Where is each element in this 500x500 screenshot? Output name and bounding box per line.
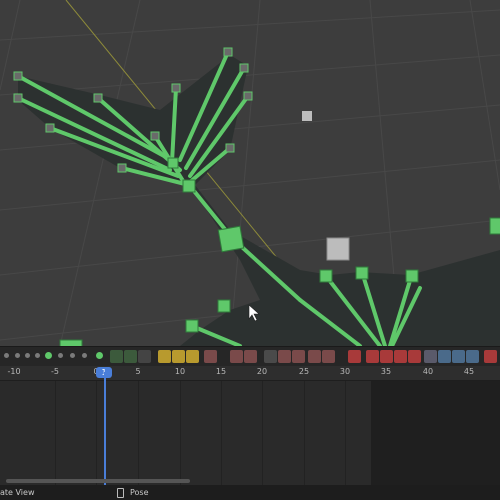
- frame-ruler[interactable]: -10 -5 0 5 10 15 20 25 30 35 40 45 1: [0, 366, 500, 381]
- close-icon[interactable]: [138, 350, 151, 363]
- keyframe-icon[interactable]: [96, 352, 103, 359]
- clipboard-icon[interactable]: [438, 350, 451, 363]
- delete-icon[interactable]: [408, 350, 421, 363]
- interpolation-icon[interactable]: [110, 350, 123, 363]
- mouse-icon: [117, 488, 124, 498]
- out-of-range-area: [371, 381, 500, 485]
- bone-tip: [13, 93, 23, 103]
- status-bar: ate View Pose: [0, 485, 500, 500]
- ruler-tick: 15: [215, 367, 227, 376]
- ruler-tick: -5: [51, 367, 59, 376]
- empty-cube-large: [326, 237, 350, 261]
- bone-tip: [223, 47, 233, 57]
- playhead[interactable]: [104, 372, 106, 485]
- empty-cube: [302, 111, 312, 121]
- bone-tip: [93, 93, 103, 103]
- dot-icon[interactable]: [15, 353, 20, 358]
- bone-icon[interactable]: [308, 350, 321, 363]
- ruler-tick: 5: [135, 367, 141, 376]
- frame-column: [221, 381, 222, 485]
- bone-tip: [150, 131, 160, 141]
- ruler-tick: 35: [380, 367, 392, 376]
- handle-icon[interactable]: [158, 350, 171, 363]
- ruler-tick: 30: [339, 367, 351, 376]
- dot-icon[interactable]: [25, 353, 30, 358]
- bone-tip: [117, 163, 127, 173]
- curve-icon[interactable]: [204, 350, 217, 363]
- dot-icon[interactable]: [4, 353, 9, 358]
- delete-icon[interactable]: [484, 350, 497, 363]
- ruler-tick: 40: [422, 367, 434, 376]
- bone-tip: [239, 63, 249, 73]
- ruler-tick: 10: [174, 367, 186, 376]
- status-mode-label: Pose: [130, 488, 149, 497]
- bone-tip: [225, 143, 235, 153]
- paste-icon[interactable]: [278, 350, 291, 363]
- copy-icon[interactable]: [264, 350, 277, 363]
- delete-icon[interactable]: [348, 350, 361, 363]
- bookmark-icon[interactable]: [424, 350, 437, 363]
- interpolation-icon[interactable]: [124, 350, 137, 363]
- delete-icon[interactable]: [366, 350, 379, 363]
- dot-icon[interactable]: [58, 353, 63, 358]
- clipboard-icon[interactable]: [452, 350, 465, 363]
- frame-column: [262, 381, 263, 485]
- dope-sheet-area[interactable]: [0, 381, 500, 485]
- paste-icon[interactable]: [292, 350, 305, 363]
- ruler-tick: -10: [7, 367, 21, 376]
- frame-column: [180, 381, 181, 485]
- keyframe-icon[interactable]: [45, 352, 52, 359]
- curve-icon[interactable]: [230, 350, 243, 363]
- clipboard-icon[interactable]: [466, 350, 479, 363]
- frame-column: [138, 381, 139, 485]
- frame-column: [55, 381, 56, 485]
- timeline-toolbar: [0, 346, 500, 367]
- bone-tip: [13, 71, 23, 81]
- ruler-tick: 25: [298, 367, 310, 376]
- curve-icon[interactable]: [244, 350, 257, 363]
- frame-column: [96, 381, 97, 485]
- dot-icon[interactable]: [82, 353, 87, 358]
- horizontal-scrollbar[interactable]: [6, 479, 190, 483]
- bone-tip: [243, 91, 253, 101]
- viewport-scene: [0, 0, 500, 346]
- bone-tip: [171, 83, 181, 93]
- frame-column: [345, 381, 346, 485]
- delete-icon[interactable]: [380, 350, 393, 363]
- handle-icon[interactable]: [172, 350, 185, 363]
- handle-icon[interactable]: [186, 350, 199, 363]
- ruler-tick: 20: [256, 367, 268, 376]
- dot-icon[interactable]: [70, 353, 75, 358]
- status-hint: ate View: [0, 488, 35, 497]
- bone-tip: [45, 123, 55, 133]
- 3d-viewport[interactable]: [0, 0, 500, 346]
- dot-icon[interactable]: [35, 353, 40, 358]
- delete-icon[interactable]: [394, 350, 407, 363]
- bone-icon[interactable]: [322, 350, 335, 363]
- ruler-tick: 45: [463, 367, 475, 376]
- frame-column: [304, 381, 305, 485]
